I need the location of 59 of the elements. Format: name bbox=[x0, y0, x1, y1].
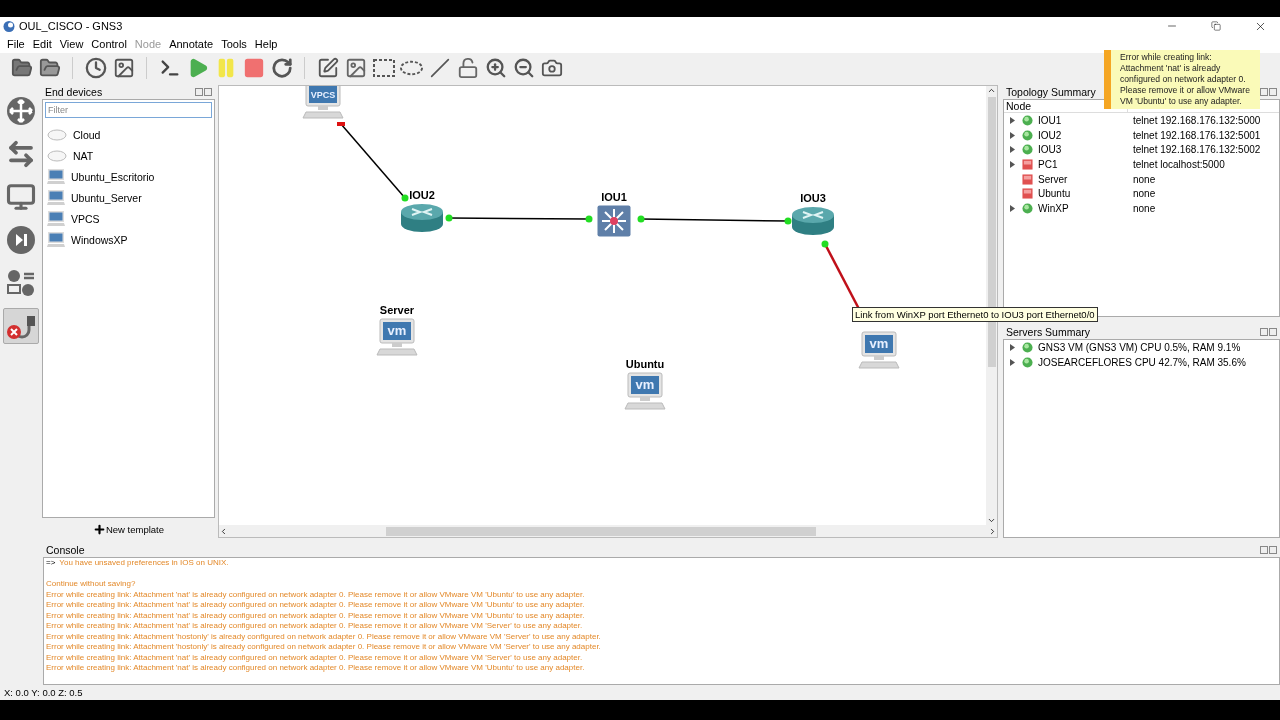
device-item[interactable]: VPCS bbox=[45, 208, 212, 229]
screen-label: VPCS bbox=[310, 90, 336, 100]
node-name: Server bbox=[1038, 173, 1069, 185]
console-address: telnet 192.168.176.132:5001 bbox=[1133, 129, 1261, 141]
panel-title: Servers Summary bbox=[1006, 326, 1090, 338]
panel-title: Console bbox=[46, 544, 85, 556]
node-name: IOU3 bbox=[1038, 144, 1063, 156]
coordinates-status: X: 0.0 Y: 0.0 Z: 0.5 bbox=[4, 687, 83, 698]
panel-title: End devices bbox=[45, 86, 103, 98]
node-label: Server bbox=[379, 304, 415, 318]
server-status: GNS3 VM (GNS3 VM) CPU 0.5%, RAM 9.1% bbox=[1038, 341, 1241, 353]
device-item[interactable]: WindowsXP bbox=[45, 229, 212, 250]
device-item[interactable]: Ubuntu_Server bbox=[45, 187, 212, 208]
device-item[interactable]: NAT bbox=[45, 145, 212, 166]
screen-label: vm bbox=[635, 377, 655, 392]
console-line: Error while creating link: Attachment 'nat' is already configured on network adapter 0. Please remove it or allow VMware VM 'Ubuntu' to use any adapter. bbox=[46, 663, 585, 674]
node-name: WinXP bbox=[1038, 202, 1070, 214]
console-line: Error while creating link: Attachment 'nat' is already configured on network adapter 0. Please remove it or allow VMware VM 'Server' to use any adapter. bbox=[46, 652, 583, 663]
server-status: JOSEARCEFLORES CPU 42.7%, RAM 35.6% bbox=[1038, 356, 1246, 368]
menu-item[interactable]: View bbox=[55, 36, 88, 52]
node-label: Ubuntu bbox=[625, 358, 665, 372]
console-line: Error while creating link: Attachment 'nat' is already configured on network adapter 0. Please remove it or allow VMware VM 'Ubuntu' to use any adapter. bbox=[46, 610, 585, 621]
console-address: telnet localhost:5000 bbox=[1133, 158, 1225, 170]
console-line: Error while creating link: Attachment 'hostonly' is already configured on network adapter 0. Please remove it or allow VMware VM 'Server' to use any adapter. bbox=[46, 631, 601, 642]
menu-item[interactable]: Control bbox=[87, 36, 131, 52]
node-name: IOU2 bbox=[1038, 129, 1063, 141]
device-item[interactable]: Ubuntu_Escritorio bbox=[45, 166, 212, 187]
window-title: OUL_CISCO - GNS3 bbox=[19, 20, 124, 32]
menu-item[interactable]: Edit bbox=[28, 36, 56, 52]
node-name: Ubuntu bbox=[1038, 188, 1072, 200]
menu-item[interactable]: Tools bbox=[217, 36, 251, 52]
menu-item[interactable]: Help bbox=[250, 36, 282, 52]
error-notification: Error while creating link: Attachment 'nat' is already configured on network adapter 0. Please remove it or allow VMware VM 'Ubuntu' to use any adapter. bbox=[1104, 50, 1260, 109]
console-line: Continue without saving? bbox=[46, 579, 136, 590]
console-address: telnet 192.168.176.132:5002 bbox=[1133, 144, 1261, 156]
screen-label: vm bbox=[869, 336, 889, 351]
console-line: Error while creating link: Attachment 'nat' is already configured on network adapter 0. Please remove it or allow VMware VM 'Server' to use any adapter. bbox=[46, 621, 583, 632]
console-address: none bbox=[1133, 188, 1156, 200]
filter-field[interactable]: Filter bbox=[45, 102, 212, 118]
console-line: You have unsaved preferences in IOS on UNIX. bbox=[59, 558, 229, 569]
menu-item[interactable]: Annotate bbox=[165, 36, 218, 52]
node-name: PC1 bbox=[1038, 158, 1059, 170]
panel-title: Topology Summary bbox=[1006, 86, 1096, 98]
node-label: IOU2 bbox=[409, 189, 435, 203]
link-tooltip: Link from WinXP port Ethernet0 to IOU3 port Ethernet0/0 bbox=[852, 307, 1098, 322]
console-line: Error while creating link: Attachment 'hostonly' is already configured on network adapter 0. Please remove it or allow VMware VM 'Server' to use any adapter. bbox=[46, 642, 601, 653]
screen-label: vm bbox=[387, 323, 407, 338]
node-name: IOU1 bbox=[1038, 114, 1063, 126]
console-line: Error while creating link: Attachment 'nat' is already configured on network adapter 0. Please remove it or allow VMware VM 'Ubuntu' to use any adapter. bbox=[46, 589, 585, 600]
node-label: IOU1 bbox=[601, 191, 627, 205]
menu-item[interactable]: File bbox=[3, 36, 29, 52]
console-line: Error while creating link: Attachment 'nat' is already configured on network adapter 0. Please remove it or allow VMware VM 'Ubuntu' to use any adapter. bbox=[46, 600, 585, 611]
node-label: IOU3 bbox=[800, 192, 826, 206]
console-prompt: => bbox=[46, 558, 56, 569]
console-address: none bbox=[1133, 173, 1156, 185]
console-address: telnet 192.168.176.132:5000 bbox=[1133, 114, 1261, 126]
console-address: none bbox=[1133, 202, 1156, 214]
new-template-button[interactable]: New template bbox=[42, 518, 215, 540]
device-item[interactable]: Cloud bbox=[45, 124, 212, 145]
